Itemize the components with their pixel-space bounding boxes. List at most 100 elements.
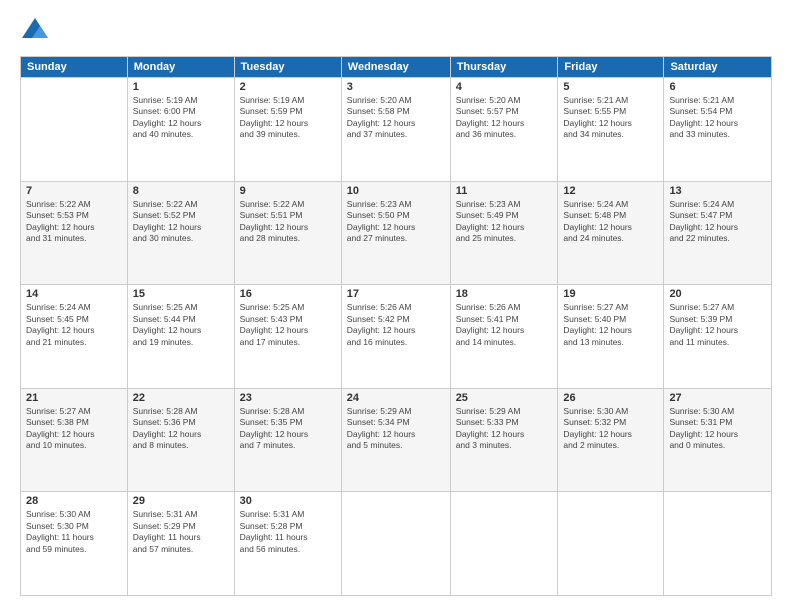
calendar-cell: 25Sunrise: 5:29 AM Sunset: 5:33 PM Dayli… (450, 388, 558, 492)
day-number: 11 (456, 185, 553, 197)
day-info: Sunrise: 5:27 AM Sunset: 5:39 PM Dayligh… (669, 302, 766, 348)
week-row-3: 14 Sunrise: 5:24 AM Sunset: 5:45 PM Dayli… (21, 285, 772, 389)
day-number: 17 (347, 288, 445, 300)
weekday-header-saturday: Saturday (664, 57, 772, 78)
day-number: 6 (669, 81, 766, 93)
logo (20, 16, 52, 46)
day-info: Sunrise: 5:30 AM Sunset: 5:32 PM Dayligh… (563, 406, 658, 452)
day-info: Sunrise: 5:27 AM Sunset: 5:40 PM Dayligh… (563, 302, 658, 348)
weekday-header-row: SundayMondayTuesdayWednesdayThursdayFrid… (21, 57, 772, 78)
calendar-cell: 22 Sunrise: 5:28 AM Sunset: 5:36 PM Dayli… (127, 388, 234, 492)
day-number: 22 (133, 392, 229, 404)
day-info: Sunrise: 5:30 AM Sunset: 5:30 PM Dayligh… (26, 509, 122, 555)
day-number: 15 (133, 288, 229, 300)
calendar-cell: 3 Sunrise: 5:20 AM Sunset: 5:58 PM Daylig… (341, 78, 450, 182)
calendar-cell: 13 Sunrise: 5:24 AM Sunset: 5:47 PM Dayli… (664, 181, 772, 285)
day-number: 30 (240, 495, 336, 507)
calendar-cell: 10 Sunrise: 5:23 AM Sunset: 5:50 PM Dayli… (341, 181, 450, 285)
calendar-cell: 1 Sunrise: 5:19 AM Sunset: 6:00 PM Daylig… (127, 78, 234, 182)
day-number: 8 (133, 185, 229, 197)
day-info: Sunrise: 5:24 AM Sunset: 5:48 PM Dayligh… (563, 199, 658, 245)
logo-icon (20, 16, 50, 46)
calendar-cell: 24 Sunrise: 5:29 AM Sunset: 5:34 PM Dayli… (341, 388, 450, 492)
calendar-cell: 6 Sunrise: 5:21 AM Sunset: 5:54 PM Daylig… (664, 78, 772, 182)
day-info: Sunrise: 5:21 AM Sunset: 5:54 PM Dayligh… (669, 95, 766, 141)
day-info: Sunrise: 5:25 AM Sunset: 5:43 PM Dayligh… (240, 302, 336, 348)
calendar-cell: 14 Sunrise: 5:24 AM Sunset: 5:45 PM Dayli… (21, 285, 128, 389)
day-number: 14 (26, 288, 122, 300)
day-info: Sunrise: 5:28 AM Sunset: 5:35 PM Dayligh… (240, 406, 336, 452)
day-number: 16 (240, 288, 336, 300)
day-number: 13 (669, 185, 766, 197)
day-number: 12 (563, 185, 658, 197)
calendar-cell (664, 492, 772, 596)
calendar-cell: 8Sunrise: 5:22 AM Sunset: 5:52 PM Daylig… (127, 181, 234, 285)
day-info: Sunrise: 5:19 AM Sunset: 6:00 PM Dayligh… (133, 95, 229, 141)
week-row-5: 28 Sunrise: 5:30 AM Sunset: 5:30 PM Dayli… (21, 492, 772, 596)
week-row-4: 21 Sunrise: 5:27 AM Sunset: 5:38 PM Dayli… (21, 388, 772, 492)
calendar-cell: 27Sunrise: 5:30 AM Sunset: 5:31 PM Dayli… (664, 388, 772, 492)
weekday-header-thursday: Thursday (450, 57, 558, 78)
calendar-cell: 19 Sunrise: 5:27 AM Sunset: 5:40 PM Dayli… (558, 285, 664, 389)
calendar-cell (450, 492, 558, 596)
calendar-cell: 29Sunrise: 5:31 AM Sunset: 5:29 PM Dayli… (127, 492, 234, 596)
day-number: 3 (347, 81, 445, 93)
calendar-cell: 28 Sunrise: 5:30 AM Sunset: 5:30 PM Dayli… (21, 492, 128, 596)
calendar-cell: 16 Sunrise: 5:25 AM Sunset: 5:43 PM Dayli… (234, 285, 341, 389)
weekday-header-monday: Monday (127, 57, 234, 78)
day-number: 25 (456, 392, 553, 404)
day-number: 2 (240, 81, 336, 93)
weekday-header-wednesday: Wednesday (341, 57, 450, 78)
day-info: Sunrise: 5:21 AM Sunset: 5:55 PM Dayligh… (563, 95, 658, 141)
day-number: 1 (133, 81, 229, 93)
calendar-cell (341, 492, 450, 596)
page: SundayMondayTuesdayWednesdayThursdayFrid… (0, 0, 792, 612)
calendar-cell: 11 Sunrise: 5:23 AM Sunset: 5:49 PM Dayli… (450, 181, 558, 285)
calendar-cell: 5Sunrise: 5:21 AM Sunset: 5:55 PM Daylig… (558, 78, 664, 182)
weekday-header-friday: Friday (558, 57, 664, 78)
week-row-1: 1 Sunrise: 5:19 AM Sunset: 6:00 PM Daylig… (21, 78, 772, 182)
day-info: Sunrise: 5:28 AM Sunset: 5:36 PM Dayligh… (133, 406, 229, 452)
calendar-cell: 7 Sunrise: 5:22 AM Sunset: 5:53 PM Daylig… (21, 181, 128, 285)
calendar-cell: 2 Sunrise: 5:19 AM Sunset: 5:59 PM Daylig… (234, 78, 341, 182)
calendar-table: SundayMondayTuesdayWednesdayThursdayFrid… (20, 56, 772, 596)
day-info: Sunrise: 5:26 AM Sunset: 5:41 PM Dayligh… (456, 302, 553, 348)
day-info: Sunrise: 5:30 AM Sunset: 5:31 PM Dayligh… (669, 406, 766, 452)
day-info: Sunrise: 5:26 AM Sunset: 5:42 PM Dayligh… (347, 302, 445, 348)
day-info: Sunrise: 5:29 AM Sunset: 5:34 PM Dayligh… (347, 406, 445, 452)
header (20, 16, 772, 46)
day-number: 21 (26, 392, 122, 404)
day-number: 4 (456, 81, 553, 93)
day-number: 19 (563, 288, 658, 300)
calendar-cell (21, 78, 128, 182)
day-info: Sunrise: 5:23 AM Sunset: 5:49 PM Dayligh… (456, 199, 553, 245)
calendar-cell (558, 492, 664, 596)
day-info: Sunrise: 5:27 AM Sunset: 5:38 PM Dayligh… (26, 406, 122, 452)
day-info: Sunrise: 5:31 AM Sunset: 5:29 PM Dayligh… (133, 509, 229, 555)
calendar-cell: 30Sunrise: 5:31 AM Sunset: 5:28 PM Dayli… (234, 492, 341, 596)
day-number: 18 (456, 288, 553, 300)
day-number: 28 (26, 495, 122, 507)
calendar-cell: 18 Sunrise: 5:26 AM Sunset: 5:41 PM Dayli… (450, 285, 558, 389)
calendar-cell: 15 Sunrise: 5:25 AM Sunset: 5:44 PM Dayli… (127, 285, 234, 389)
day-info: Sunrise: 5:25 AM Sunset: 5:44 PM Dayligh… (133, 302, 229, 348)
day-info: Sunrise: 5:20 AM Sunset: 5:58 PM Dayligh… (347, 95, 445, 141)
day-number: 26 (563, 392, 658, 404)
day-number: 7 (26, 185, 122, 197)
day-info: Sunrise: 5:24 AM Sunset: 5:47 PM Dayligh… (669, 199, 766, 245)
day-number: 24 (347, 392, 445, 404)
weekday-header-tuesday: Tuesday (234, 57, 341, 78)
calendar-cell: 23Sunrise: 5:28 AM Sunset: 5:35 PM Dayli… (234, 388, 341, 492)
day-number: 20 (669, 288, 766, 300)
calendar-cell: 21 Sunrise: 5:27 AM Sunset: 5:38 PM Dayli… (21, 388, 128, 492)
calendar-cell: 17 Sunrise: 5:26 AM Sunset: 5:42 PM Dayli… (341, 285, 450, 389)
day-info: Sunrise: 5:19 AM Sunset: 5:59 PM Dayligh… (240, 95, 336, 141)
week-row-2: 7 Sunrise: 5:22 AM Sunset: 5:53 PM Daylig… (21, 181, 772, 285)
day-info: Sunrise: 5:24 AM Sunset: 5:45 PM Dayligh… (26, 302, 122, 348)
calendar-cell: 12 Sunrise: 5:24 AM Sunset: 5:48 PM Dayli… (558, 181, 664, 285)
day-info: Sunrise: 5:23 AM Sunset: 5:50 PM Dayligh… (347, 199, 445, 245)
day-number: 9 (240, 185, 336, 197)
weekday-header-sunday: Sunday (21, 57, 128, 78)
day-number: 10 (347, 185, 445, 197)
day-info: Sunrise: 5:22 AM Sunset: 5:53 PM Dayligh… (26, 199, 122, 245)
